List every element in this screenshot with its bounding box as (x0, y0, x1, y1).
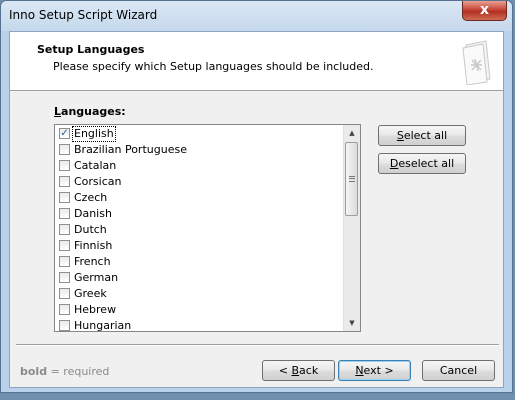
language-item[interactable]: Corsican (55, 174, 344, 190)
languages-scrollbar[interactable]: ▲ ▼ (343, 125, 360, 331)
title-bar[interactable]: Inno Setup Script Wizard x (1, 1, 512, 31)
language-label: German (74, 271, 119, 284)
language-label: Catalan (74, 159, 117, 172)
next-label: ext > (363, 364, 394, 377)
cancel-button[interactable]: Cancel (422, 360, 495, 381)
scroll-up-arrow-icon[interactable]: ▲ (344, 125, 360, 141)
checkbox-icon[interactable] (59, 176, 70, 187)
select-all-label: elect all (403, 129, 448, 142)
language-item[interactable]: Hungarian (55, 318, 344, 332)
language-label: Dutch (74, 223, 107, 236)
languages-label: Languages: (54, 105, 126, 118)
language-label: French (74, 255, 111, 268)
back-prefix: < (278, 364, 292, 377)
next-accel: N (355, 364, 364, 377)
page-subtitle: Please specify which Setup languages sho… (53, 60, 374, 73)
languages-label-rest: anguages: (61, 105, 126, 118)
language-label: English (72, 126, 116, 142)
select-all-accel: S (396, 129, 404, 142)
checkbox-icon[interactable] (59, 240, 70, 251)
checkbox-icon[interactable] (59, 320, 70, 331)
wizard-client-area: Setup Languages Please specify which Set… (9, 31, 504, 388)
checkbox-icon[interactable] (59, 144, 70, 155)
next-button[interactable]: Next > (338, 360, 411, 381)
language-item[interactable]: German (55, 270, 344, 286)
close-button[interactable]: x (462, 1, 507, 21)
language-item[interactable]: Catalan (55, 158, 344, 174)
language-label: Greek (74, 287, 107, 300)
languages-label-accel: L (54, 105, 62, 118)
footer-divider (16, 344, 499, 346)
window-title: Inno Setup Script Wizard (9, 8, 158, 22)
required-legend-text: = required (47, 365, 110, 378)
page-title: Setup Languages (37, 43, 145, 56)
language-label: Czech (74, 191, 108, 204)
checkbox-icon[interactable] (59, 160, 70, 171)
checkbox-icon[interactable] (59, 192, 70, 203)
wizard-window: Inno Setup Script Wizard x Setup Languag… (0, 0, 513, 393)
languages-listbox[interactable]: ✓ English Brazilian Portuguese Catalan Corsi… (54, 124, 361, 332)
required-legend-bold: bold (20, 365, 48, 378)
checkbox-icon[interactable] (59, 256, 70, 267)
language-label: Hungarian (74, 319, 132, 332)
language-item[interactable]: ✓ English (55, 126, 344, 142)
wizard-page-icon (462, 40, 491, 85)
language-item[interactable]: Danish (55, 206, 344, 222)
back-accel: B (291, 364, 300, 377)
required-legend: bold = required (20, 365, 109, 378)
language-item[interactable]: Greek (55, 286, 344, 302)
checkbox-checked-icon[interactable]: ✓ (59, 128, 70, 139)
checkbox-icon[interactable] (59, 304, 70, 315)
languages-list: ✓ English Brazilian Portuguese Catalan Corsi… (55, 126, 344, 332)
language-item[interactable]: Finnish (55, 238, 344, 254)
back-label: ack (299, 364, 319, 377)
checkbox-icon[interactable] (59, 224, 70, 235)
back-button[interactable]: < Back (262, 360, 335, 381)
language-item[interactable]: Czech (55, 190, 344, 206)
language-item[interactable]: French (55, 254, 344, 270)
scrollbar-grip-icon (349, 176, 355, 182)
language-label: Finnish (74, 239, 113, 252)
language-item[interactable]: Hebrew (55, 302, 344, 318)
language-label: Danish (74, 207, 112, 220)
language-label: Hebrew (74, 303, 117, 316)
scrollbar-thumb[interactable] (345, 142, 358, 216)
checkbox-icon[interactable] (59, 208, 70, 219)
checkbox-icon[interactable] (59, 272, 70, 283)
checkbox-icon[interactable] (59, 288, 70, 299)
language-item[interactable]: Brazilian Portuguese (55, 142, 344, 158)
page-header: Setup Languages Please specify which Set… (10, 32, 503, 91)
deselect-all-label: eselect all (398, 157, 455, 170)
language-label: Brazilian Portuguese (74, 143, 187, 156)
close-icon: x (479, 2, 490, 18)
language-item[interactable]: Dutch (55, 222, 344, 238)
deselect-all-button[interactable]: Deselect all (378, 153, 466, 174)
select-all-button[interactable]: Select all (378, 125, 466, 146)
language-label: Corsican (74, 175, 122, 188)
scroll-down-arrow-icon[interactable]: ▼ (344, 315, 360, 331)
